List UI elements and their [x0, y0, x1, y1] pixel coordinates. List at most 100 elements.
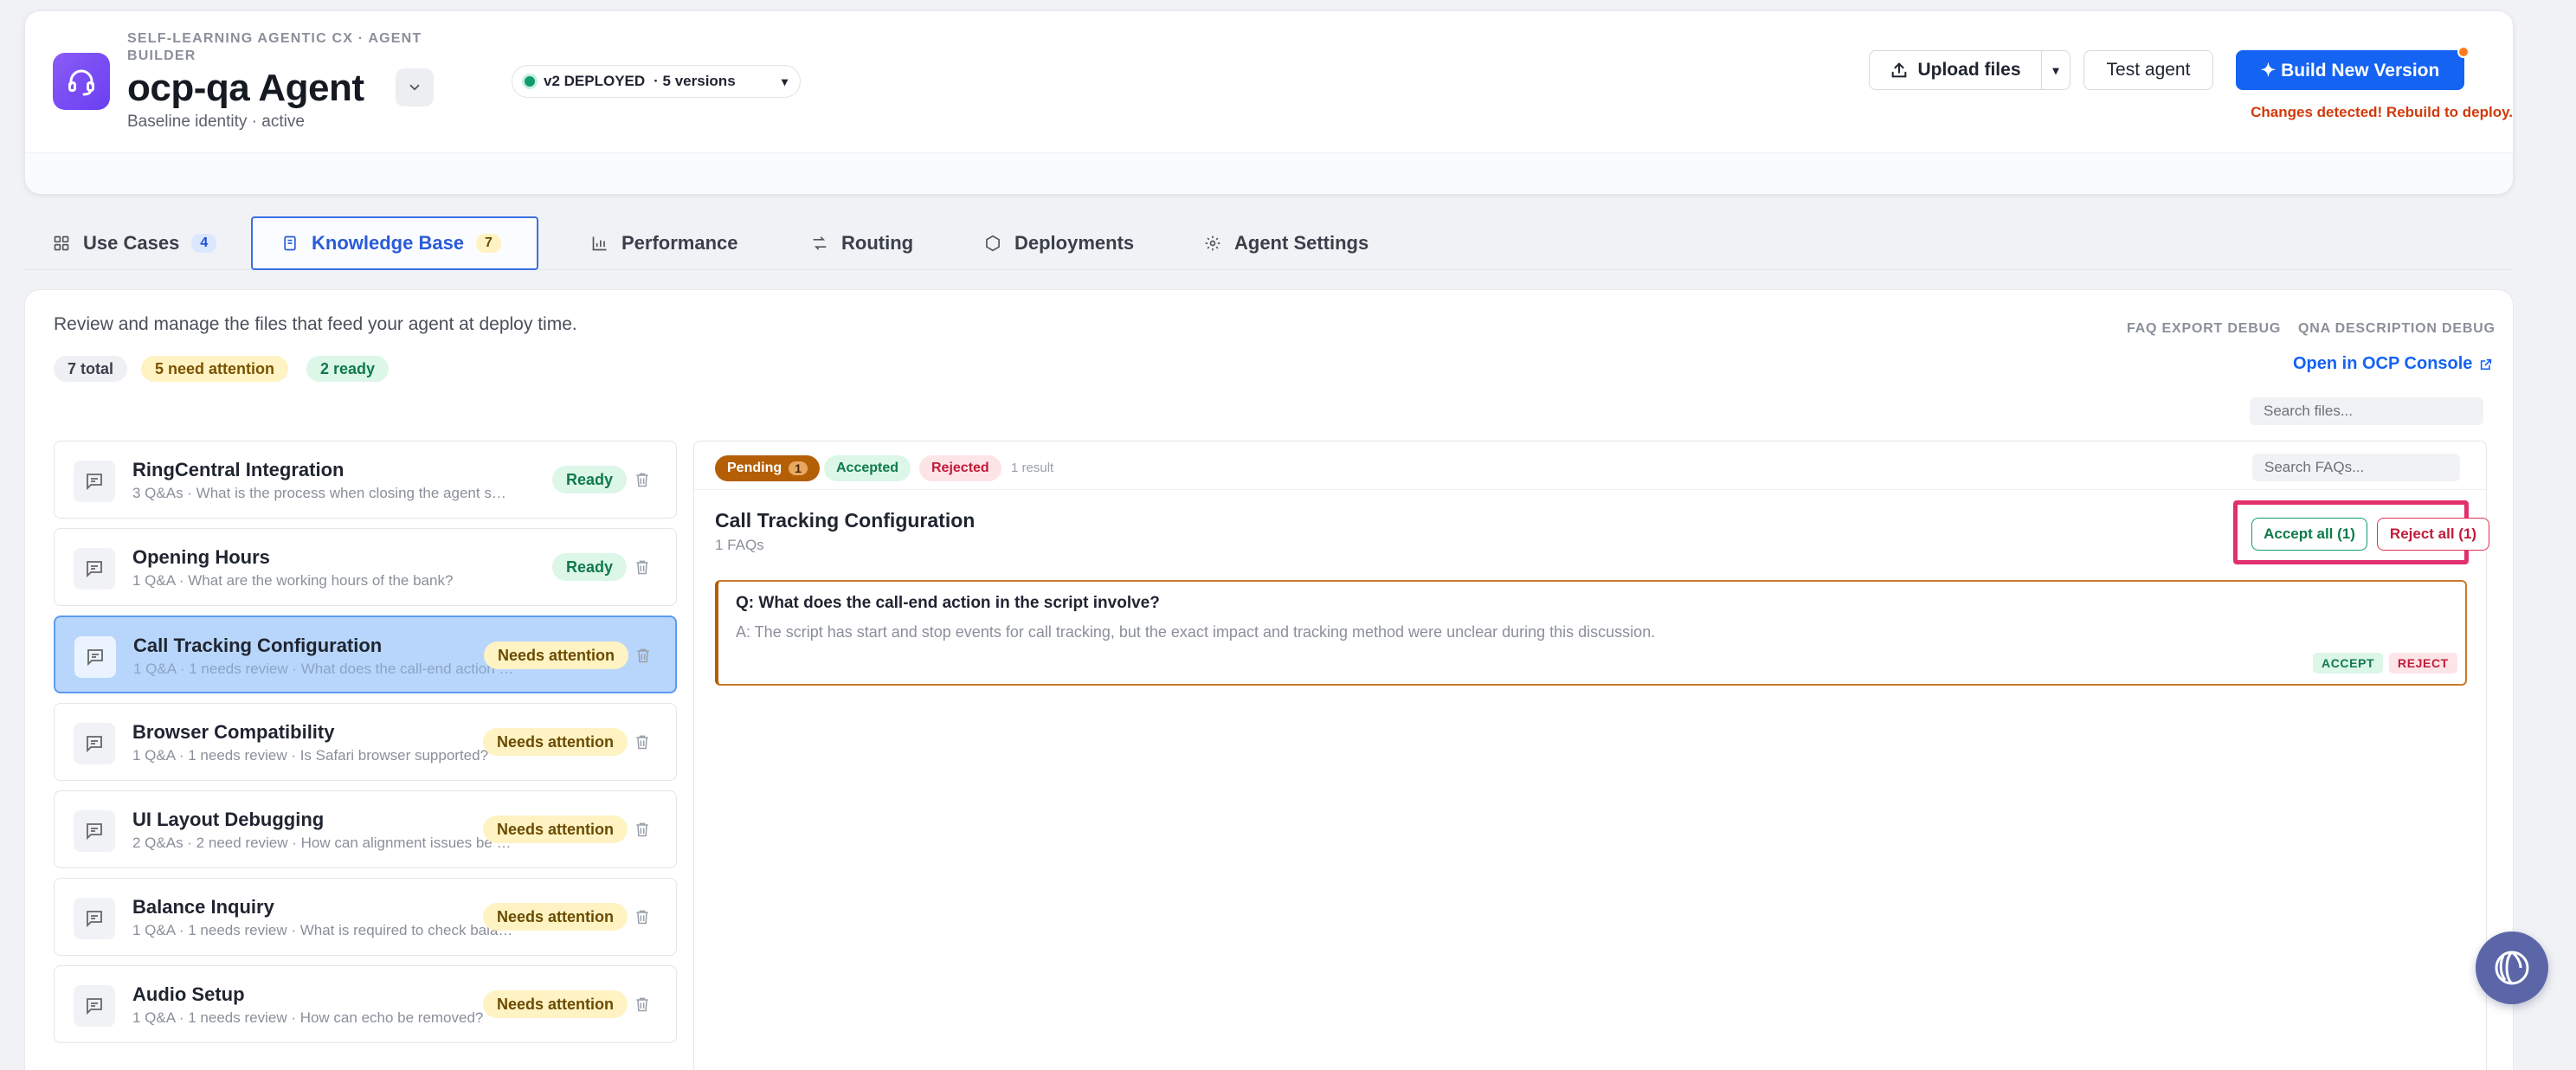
file-meta: 1 Q&A · What are the working hours of th…: [132, 572, 454, 589]
bar-chart-icon: [590, 234, 609, 253]
gear-icon: [1203, 234, 1222, 253]
document-icon: [280, 234, 299, 253]
faq-reject-button[interactable]: REJECT: [2389, 653, 2457, 674]
knowledge-base-panel: Review and manage the files that feed yo…: [24, 289, 2514, 1070]
tab-use-cases[interactable]: Use Cases 4: [24, 216, 244, 270]
file-meta: 1 Q&A · 1 needs review · What is require…: [132, 922, 513, 938]
trash-icon[interactable]: [630, 905, 654, 929]
message-icon: [74, 985, 115, 1027]
tab-label: Use Cases: [83, 232, 180, 254]
message-icon: [74, 461, 115, 502]
test-agent-button[interactable]: Test agent: [2083, 50, 2213, 90]
agent-subtitle: Baseline identity · active: [127, 113, 305, 131]
open-ocp-console-label: Open in OCP Console: [2293, 354, 2473, 373]
faq-answer: A: The script has start and stop events …: [736, 623, 1656, 641]
headset-logo-icon: [53, 53, 110, 110]
message-icon: [74, 723, 115, 764]
status-badge: Ready: [552, 553, 628, 581]
file-item-ringcentral-integration[interactable]: RingCentral Integration 3 Q&As · What is…: [54, 441, 677, 519]
eyebrow-label: SELF-LEARNING AGENTIC CX · AGENT BUILDER: [127, 31, 422, 63]
tab-routing[interactable]: Routing: [782, 216, 941, 270]
file-name: Audio Setup: [132, 983, 245, 1005]
file-item-ui-layout-debugging[interactable]: UI Layout Debugging 2 Q&As · 2 need revi…: [54, 790, 677, 868]
file-name: Balance Inquiry: [132, 896, 274, 918]
changes-indicator-dot: [2457, 46, 2470, 58]
file-item-opening-hours[interactable]: Opening Hours 1 Q&A · What are the worki…: [54, 528, 677, 606]
search-files-input[interactable]: [2250, 397, 2483, 425]
version-status: v2 DEPLOYED: [544, 73, 646, 89]
tab-label: Performance: [621, 232, 738, 254]
tab-performance[interactable]: Performance: [563, 216, 766, 270]
faq-count: 1 FAQs: [715, 537, 764, 553]
message-icon: [74, 810, 115, 852]
upload-icon: [1892, 62, 1907, 78]
tab-label: Knowledge Base: [312, 232, 465, 254]
trash-icon[interactable]: [630, 992, 654, 1016]
file-meta: 2 Q&As · 2 need review · How can alignme…: [132, 835, 513, 851]
trash-icon[interactable]: [630, 817, 654, 841]
open-ocp-console-link[interactable]: Open in OCP Console: [2293, 354, 2493, 374]
trash-icon[interactable]: [630, 730, 654, 754]
filter-pending-label: Pending: [727, 461, 782, 475]
filter-pending-chip[interactable]: Pending 1: [715, 455, 820, 481]
result-count: 1 result: [1011, 461, 1054, 475]
message-icon: [74, 898, 115, 939]
tab-deployments[interactable]: Deployments: [956, 216, 1162, 270]
message-icon: [74, 636, 116, 678]
faq-file-title: Call Tracking Configuration: [715, 509, 976, 532]
pending-count-badge: 1: [789, 461, 808, 475]
faq-export-debug-link[interactable]: FAQ EXPORT DEBUG: [2127, 321, 2281, 337]
faq-filter-row: Pending 1 Accepted Rejected 1 result: [694, 442, 2486, 490]
tab-label: Agent Settings: [1234, 232, 1369, 254]
tab-knowledge-base[interactable]: Knowledge Base 7: [251, 216, 538, 270]
trash-icon[interactable]: [630, 467, 654, 492]
file-item-browser-compatibility[interactable]: Browser Compatibility 1 Q&A · 1 needs re…: [54, 703, 677, 781]
message-icon: [74, 548, 115, 590]
upload-options-dropdown[interactable]: ▾: [2041, 50, 2070, 90]
upload-files-label: Upload files: [1917, 60, 2021, 80]
status-badge: Needs attention: [483, 903, 628, 931]
faq-accept-button[interactable]: ACCEPT: [2313, 653, 2384, 674]
trash-icon[interactable]: [631, 643, 655, 667]
file-meta: 1 Q&A · 1 needs review · Is Safari brows…: [132, 747, 489, 764]
file-item-call-tracking-configuration[interactable]: Call Tracking Configuration 1 Q&A · 1 ne…: [54, 616, 677, 693]
status-badge: Needs attention: [483, 990, 628, 1018]
total-count-chip: 7 total: [54, 356, 128, 382]
status-badge: Needs attention: [483, 815, 628, 843]
file-item-audio-setup[interactable]: Audio Setup 1 Q&A · 1 needs review · How…: [54, 965, 677, 1043]
changes-detected-note: Changes detected! Rebuild to deploy.: [2251, 104, 2513, 120]
tab-agent-settings[interactable]: Agent Settings: [1175, 216, 1396, 270]
upload-files-button[interactable]: Upload files: [1869, 50, 2042, 90]
trash-icon[interactable]: [630, 555, 654, 579]
bulk-actions-highlight: Accept all (1) Reject all (1): [2233, 500, 2489, 564]
caret-down-icon: ▾: [2052, 62, 2059, 77]
faq-review-panel: Pending 1 Accepted Rejected 1 result Cal…: [693, 441, 2489, 1070]
knowledge-intro-text: Review and manage the files that feed yo…: [54, 314, 577, 334]
file-name: UI Layout Debugging: [132, 809, 325, 830]
tab-label: Routing: [841, 232, 914, 254]
external-link-icon: [2481, 358, 2492, 370]
file-item-balance-inquiry[interactable]: Balance Inquiry 1 Q&A · 1 needs review ·…: [54, 878, 677, 956]
agent-switcher-chevron-icon[interactable]: [396, 68, 434, 106]
file-name: Call Tracking Configuration: [133, 635, 383, 656]
assistant-globe-icon: [2495, 951, 2529, 985]
filter-accepted-chip[interactable]: Accepted: [824, 455, 911, 481]
header-subbar: [25, 152, 2513, 194]
build-new-version-button[interactable]: ✦ Build New Version: [2236, 50, 2464, 90]
accept-all-button[interactable]: Accept all (1): [2251, 518, 2367, 551]
file-name: RingCentral Integration: [132, 459, 345, 480]
main-tabs: Use Cases 4 Knowledge Base 7 Performance…: [24, 215, 2514, 270]
reject-all-button[interactable]: Reject all (1): [2377, 518, 2489, 551]
faq-question: Q: What does the call-end action in the …: [736, 594, 1160, 612]
version-count: · 5 versions: [654, 73, 736, 89]
tab-count-badge: 4: [191, 234, 217, 253]
faq-qa-card: Q: What does the call-end action in the …: [715, 580, 2467, 686]
qna-description-debug-link[interactable]: QNA DESCRIPTION DEBUG: [2298, 321, 2496, 337]
file-name: Browser Compatibility: [132, 721, 335, 743]
status-badge: Needs attention: [484, 641, 629, 669]
assistant-launcher-button[interactable]: [2476, 931, 2548, 1004]
version-selector[interactable]: v2 DEPLOYED · 5 versions ▾: [512, 65, 801, 98]
search-faqs-input[interactable]: [2252, 454, 2460, 481]
attention-count-chip: 5 need attention: [141, 356, 289, 382]
filter-rejected-chip[interactable]: Rejected: [919, 455, 1001, 481]
